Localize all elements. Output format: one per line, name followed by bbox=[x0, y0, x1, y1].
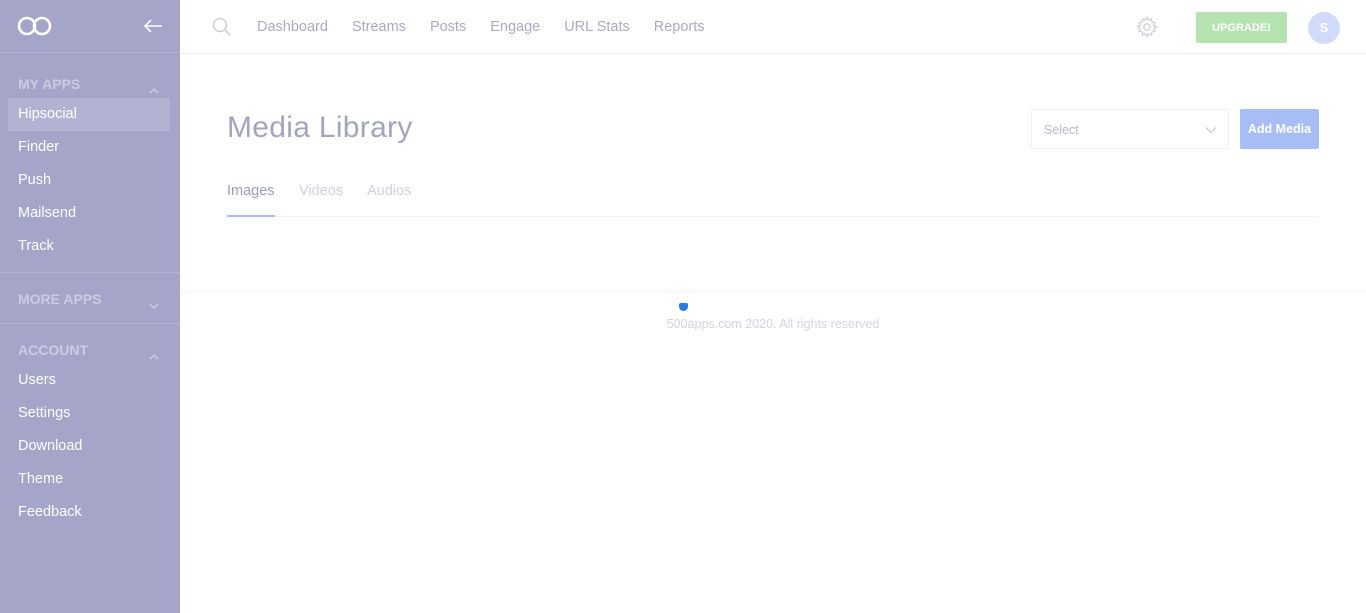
tab-audios[interactable]: Audios bbox=[367, 183, 411, 217]
sidebar-item-track[interactable]: Track bbox=[8, 230, 170, 263]
sidebar-item-theme[interactable]: Theme bbox=[8, 463, 170, 496]
loading-spinner-icon bbox=[679, 303, 688, 311]
nav-streams[interactable]: Streams bbox=[352, 19, 406, 35]
section-title-more-apps[interactable]: MORE APPS bbox=[0, 285, 180, 313]
chevron-down-icon bbox=[1204, 123, 1218, 142]
nav-posts[interactable]: Posts bbox=[430, 19, 466, 35]
top-nav: Dashboard Streams Posts Engage URL Stats… bbox=[257, 0, 729, 54]
sidebar-item-users[interactable]: Users bbox=[8, 364, 170, 397]
topbar: Dashboard Streams Posts Engage URL Stats… bbox=[180, 0, 1366, 54]
sidebar-item-feedback[interactable]: Feedback bbox=[8, 496, 170, 529]
page-title: Media Library bbox=[227, 111, 413, 144]
chevron-up-icon[interactable] bbox=[148, 78, 160, 106]
tab-images[interactable]: Images bbox=[227, 183, 275, 217]
sidebar-item-push[interactable]: Push bbox=[8, 164, 170, 197]
section-title-label: ACCOUNT bbox=[18, 342, 88, 358]
avatar[interactable]: S bbox=[1308, 12, 1340, 44]
upgrade-button[interactable]: UPGRADE! bbox=[1196, 12, 1287, 43]
footer-copyright: 500apps.com 2020. All rights reserved bbox=[666, 317, 880, 331]
search-icon[interactable] bbox=[212, 17, 232, 42]
infinity-logo-icon[interactable] bbox=[17, 14, 53, 43]
sidebar-item-settings[interactable]: Settings bbox=[8, 397, 170, 430]
add-media-button[interactable]: Add Media bbox=[1240, 109, 1319, 149]
nav-reports[interactable]: Reports bbox=[654, 19, 705, 35]
sidebar: MY APPS Hipsocial Finder Push Mailsend T… bbox=[0, 0, 180, 613]
nav-engage[interactable]: Engage bbox=[490, 19, 540, 35]
media-tabs: Images Videos Audios bbox=[227, 183, 1319, 217]
sidebar-section-more-apps: MORE APPS bbox=[0, 273, 180, 324]
sidebar-section-my-apps: MY APPS Hipsocial Finder Push Mailsend T… bbox=[0, 53, 180, 273]
app-root: MY APPS Hipsocial Finder Push Mailsend T… bbox=[0, 0, 1366, 613]
sidebar-item-mailsend[interactable]: Mailsend bbox=[8, 197, 170, 230]
gear-icon[interactable] bbox=[1135, 15, 1159, 44]
nav-url-stats[interactable]: URL Stats bbox=[564, 19, 630, 35]
section-title-account[interactable]: ACCOUNT bbox=[0, 336, 180, 364]
tab-videos[interactable]: Videos bbox=[299, 183, 343, 217]
section-title-label: MORE APPS bbox=[18, 291, 102, 307]
sidebar-item-hipsocial[interactable]: Hipsocial bbox=[8, 98, 170, 131]
chevron-down-icon[interactable] bbox=[148, 293, 160, 321]
section-title-label: MY APPS bbox=[18, 76, 81, 92]
sidebar-item-download[interactable]: Download bbox=[8, 430, 170, 463]
sidebar-header bbox=[0, 0, 180, 53]
select-value: Select bbox=[1044, 123, 1079, 137]
sidebar-section-account: ACCOUNT Users Settings Download Theme Fe… bbox=[0, 324, 180, 538]
chevron-up-icon[interactable] bbox=[148, 344, 160, 372]
media-filter-select[interactable]: Select bbox=[1031, 109, 1229, 149]
arrow-left-icon[interactable] bbox=[143, 16, 163, 41]
sidebar-item-finder[interactable]: Finder bbox=[8, 131, 170, 164]
nav-dashboard[interactable]: Dashboard bbox=[257, 19, 328, 35]
footer-divider bbox=[180, 291, 1366, 292]
section-title-my-apps[interactable]: MY APPS bbox=[0, 70, 180, 98]
